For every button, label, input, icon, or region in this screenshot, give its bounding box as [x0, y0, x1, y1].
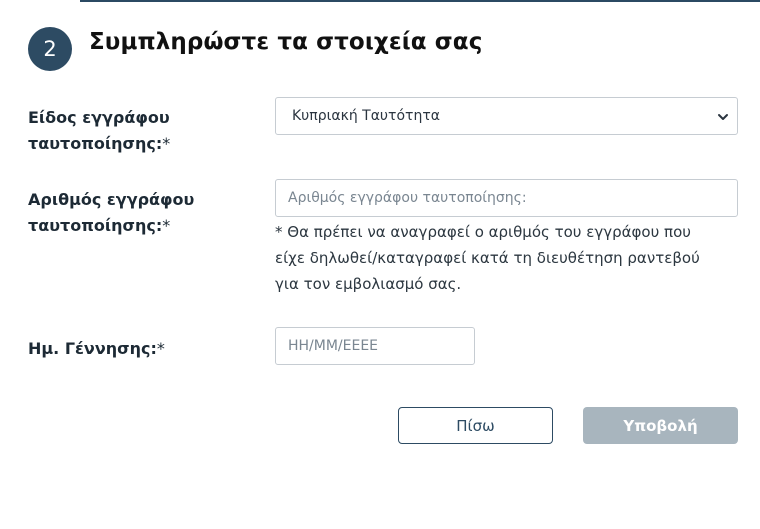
doc-number-placeholder: Αριθμός εγγράφου ταυτοποίησης:	[288, 190, 527, 206]
hint-line: είχε δηλωθεί/καταγραφεί κατά τη διευθέτη…	[275, 249, 700, 267]
submit-button[interactable]: Υποβολή	[583, 407, 738, 444]
birth-date-label: Ημ. Γέννησης:*	[28, 336, 165, 362]
doc-number-label-line1: Αριθμός εγγράφου	[28, 190, 195, 209]
hint-line: για τον εμβολιασμό σας.	[275, 275, 462, 293]
back-button-label: Πίσω	[456, 416, 495, 435]
submit-button-label: Υποβολή	[623, 416, 698, 435]
step-title: Συμπληρώστε τα στοιχεία σας	[89, 29, 483, 55]
hint-line: * Θα πρέπει να αναγραφεί ο αριθμός του ε…	[275, 223, 691, 241]
step-number-badge: 2	[28, 27, 72, 71]
top-divider	[80, 0, 760, 2]
birth-date-label-text: Ημ. Γέννησης:	[28, 339, 157, 358]
doc-type-label-line1: Είδος εγγράφου	[28, 108, 170, 127]
step-number: 2	[43, 37, 57, 61]
required-mark: *	[156, 339, 165, 358]
doc-number-label-line2: ταυτοποίησης:	[28, 216, 163, 235]
required-mark: *	[162, 134, 171, 153]
doc-type-label: Είδος εγγράφου ταυτοποίησης:*	[28, 105, 170, 157]
doc-type-selected-value: Κυπριακή Ταυτότητα	[292, 108, 440, 124]
birth-date-placeholder: ΗΗ/ΜΜ/ΕΕΕΕ	[288, 338, 379, 354]
back-button[interactable]: Πίσω	[398, 407, 553, 444]
chevron-down-icon	[718, 114, 728, 120]
doc-type-select[interactable]: Κυπριακή Ταυτότητα	[275, 97, 738, 135]
doc-number-label: Αριθμός εγγράφου ταυτοποίησης:*	[28, 187, 194, 239]
required-mark: *	[162, 216, 171, 235]
doc-type-label-line2: ταυτοποίησης:	[28, 134, 163, 153]
doc-number-input[interactable]: Αριθμός εγγράφου ταυτοποίησης:	[275, 179, 738, 217]
birth-date-input[interactable]: ΗΗ/ΜΜ/ΕΕΕΕ	[275, 327, 475, 365]
doc-number-hint: * Θα πρέπει να αναγραφεί ο αριθμός του ε…	[275, 219, 735, 297]
